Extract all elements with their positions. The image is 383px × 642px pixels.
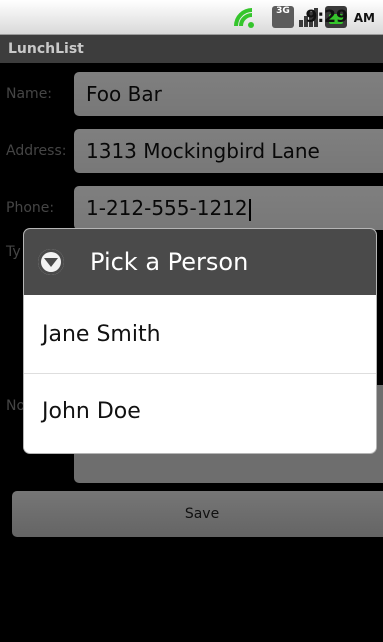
dropdown-circle-icon: [38, 249, 64, 275]
dialog-title: Pick a Person: [90, 248, 249, 276]
clock-ampm: AM: [353, 11, 375, 25]
status-bar: 3G 9:29 AM: [0, 0, 383, 35]
wifi-icon: [232, 6, 264, 28]
clock-time: 9:29: [305, 7, 348, 27]
network-3g-icon: 3G: [272, 6, 294, 28]
person-item-jane-smith[interactable]: Jane Smith: [24, 297, 376, 374]
person-item-john-doe[interactable]: John Doe: [24, 374, 376, 450]
clock: 9:29 AM: [306, 7, 375, 27]
dialog-header: Pick a Person: [24, 229, 376, 297]
app-title: LunchList: [0, 35, 383, 63]
pick-person-dialog: Pick a Person Jane Smith John Doe: [24, 229, 376, 453]
